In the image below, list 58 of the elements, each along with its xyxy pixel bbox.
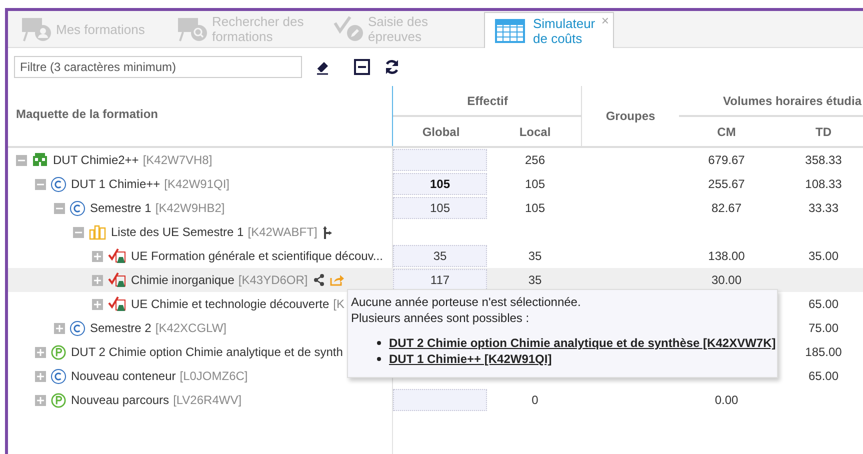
tab-label: Mes formations [56,22,145,36]
tree-node-label: DUT 1 Chimie++ [71,176,160,193]
column-group-header: Volumes horaires étudia [723,92,862,110]
table-cell-text: 30.00 [711,272,742,289]
tooltip-text: Plusieurs années sont possibles : [351,310,530,326]
table-cell-text: 105 [430,176,450,193]
table-cell-text: 358.33 [805,152,842,169]
table-cell-text: 117 [430,272,450,289]
table-cell-text: 256 [524,152,546,169]
table-cell-text: 255.67 [708,176,745,193]
tree-node-label: DUT Chimie2++ [53,152,139,169]
table-cell-text: 185.00 [805,344,842,361]
node-code: [K43YD6OR] [238,272,308,289]
node-code: [K42WABFT] [248,224,318,241]
tab-label: Rechercher des formations [212,14,305,44]
tree-node-label: DUT 2 Chimie option Chimie analytique et de synth [71,344,343,361]
table-cell-text: 0.00 [714,392,738,409]
tab-label: Simulateur de coûts [533,16,596,46]
node-code: [K42W91QI] [164,176,230,193]
tree-node-label: Nouveau conteneur [71,368,176,385]
table-cell-text: 35 [433,248,447,265]
table-cell-text: 108.33 [805,176,842,193]
table-cell-text: 105 [524,200,546,217]
tree-node-label: UE Chimie et technologie découverte [131,296,330,313]
table-cell-text: 35.00 [808,248,839,265]
tree-node-label: Semestre 2 [90,320,152,337]
column-header: Global [422,124,460,140]
column-header: CM [717,124,736,140]
table-cell-text: 65.00 [808,368,839,385]
table-cell-text: 138.00 [708,248,745,265]
table-cell-text: 679.67 [708,152,745,169]
tree-node-label: Semestre 1 [90,200,152,217]
column-header: TD [816,124,832,140]
table-cell-text: 65.00 [808,296,839,313]
column-header: Groupes [606,108,656,125]
tree-node-label: UE Formation générale et scientifique découv... [131,248,383,265]
table-cell-text: 33.33 [808,200,839,217]
node-code: [K [333,296,344,313]
table-cell-text: 82.67 [711,200,742,217]
tab-label: Saisie des épreuves [368,14,429,44]
node-code: [L0JOMZ6C] [180,368,248,385]
node-code: [LV26R4WV] [173,392,242,409]
table-cell-text: 105 [524,176,546,193]
node-code: [K42W7VH8] [142,152,212,169]
table-cell-text: 35 [528,272,542,289]
table-cell-text: 105 [430,200,450,217]
node-code: [K42W9HB2] [155,200,225,217]
column-group-header: Effectif [467,92,508,110]
column-header: Local [519,124,551,140]
tree-node-label: Nouveau parcours [71,392,170,409]
tree-node-label: Liste des UE Semestre 1 [111,224,244,241]
tooltip-text: Aucune année porteuse n'est sélectionnée. [351,294,582,310]
column-header: Maquette de la formation [16,106,158,123]
table-cell-text: 75.00 [808,320,839,337]
table-cell-text: 35 [528,248,542,265]
table-cell-text: 0 [532,392,538,409]
node-code: [K42XCGLW] [155,320,226,337]
tree-node-label: Chimie inorganique [131,272,234,289]
